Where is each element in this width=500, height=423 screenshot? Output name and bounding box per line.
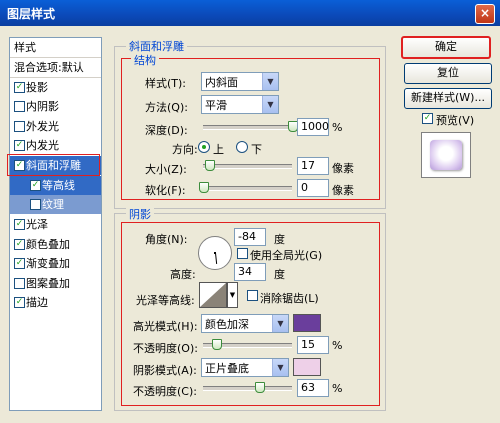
size-slider[interactable]	[203, 164, 292, 169]
style-select[interactable]: 内斜面 ▼	[201, 72, 279, 91]
shadow-opacity-label: 不透明度(C):	[133, 385, 197, 398]
shadow-opacity-slider[interactable]	[203, 386, 292, 391]
close-icon[interactable]: ×	[475, 4, 495, 24]
highlight-opacity-label: 不透明度(O):	[133, 342, 198, 355]
style-label: 样式(T):	[145, 77, 187, 90]
shadow-opacity-input[interactable]: 63	[297, 379, 329, 397]
chevron-down-icon: ▼	[272, 359, 288, 376]
soften-slider[interactable]	[203, 186, 292, 191]
sidebar-item-inner-shadow[interactable]: 内阴影	[10, 97, 101, 116]
checkbox[interactable]: ✓	[14, 219, 25, 230]
sidebar-item-satin[interactable]: ✓ 光泽	[10, 215, 101, 234]
depth-slider[interactable]	[203, 125, 292, 130]
angle-label: 角度(N):	[145, 233, 188, 246]
soften-input[interactable]: 0	[297, 179, 329, 197]
method-select[interactable]: 平滑 ▼	[201, 95, 279, 114]
direction-down-label: 下	[251, 143, 262, 156]
shading-section-title: 阴影	[126, 206, 154, 222]
depth-unit: %	[332, 121, 343, 134]
highlight-box	[7, 154, 100, 176]
global-light-label: 使用全局光(G)	[250, 249, 323, 262]
shadow-mode-label: 阴影模式(A):	[133, 364, 197, 377]
soften-label: 软化(F):	[145, 184, 186, 197]
checkbox[interactable]: ✓	[14, 140, 25, 151]
highlight-mode-select[interactable]: 颜色加深 ▼	[201, 314, 289, 333]
method-label: 方法(Q):	[145, 101, 188, 114]
contour-icon	[200, 283, 226, 307]
styles-list: 样式 混合选项:默认 ✓ 投影 内阴影 外发光 ✓ 内发光 ✓ 斜面和浮雕 ✓ 等高线 …	[9, 37, 102, 411]
preview-label: 预览(V)	[436, 114, 475, 127]
structure-title: 结构	[131, 52, 159, 68]
size-unit: 像素	[332, 162, 354, 175]
highlight-opacity-thumb[interactable]	[212, 339, 223, 350]
window-title: 图层样式	[7, 7, 56, 21]
highlight-opacity-input[interactable]: 15	[297, 336, 329, 354]
size-label: 大小(Z):	[145, 163, 187, 176]
sidebar-item-color-overlay[interactable]: ✓ 颜色叠加	[10, 235, 101, 254]
soften-unit: 像素	[332, 184, 354, 197]
sidebar-item-stroke[interactable]: ✓ 描边	[10, 293, 101, 312]
highlight-mode-label: 高光模式(H):	[133, 320, 198, 333]
gloss-contour-label: 光泽等高线:	[136, 294, 195, 307]
antialias-checkbox[interactable]	[247, 290, 258, 301]
dial-needle	[215, 252, 218, 264]
gloss-contour-preview[interactable]	[199, 282, 227, 308]
chevron-down-icon[interactable]: ▼	[227, 282, 238, 308]
checkbox[interactable]	[14, 278, 25, 289]
checkbox[interactable]	[30, 199, 41, 210]
size-input[interactable]: 17	[297, 157, 329, 175]
ok-button[interactable]: 确定	[401, 36, 491, 59]
depth-label: 深度(D):	[145, 124, 188, 137]
highlight-opacity-unit: %	[332, 339, 343, 352]
altitude-label: 高度:	[170, 268, 196, 281]
global-light-checkbox[interactable]	[237, 248, 248, 259]
sidebar-item-drop-shadow[interactable]: ✓ 投影	[10, 78, 101, 97]
checkbox[interactable]: ✓	[14, 258, 25, 269]
sidebar-item-pattern-overlay[interactable]: 图案叠加	[10, 274, 101, 293]
styles-header[interactable]: 样式	[10, 38, 101, 58]
depth-input[interactable]: 1000	[297, 118, 329, 136]
checkbox[interactable]	[14, 101, 25, 112]
shadow-mode-select[interactable]: 正片叠底 ▼	[201, 358, 289, 377]
style-preview-thumbnail	[421, 132, 471, 178]
chevron-down-icon: ▼	[262, 73, 278, 90]
sidebar-item-contour[interactable]: ✓ 等高线	[10, 176, 101, 195]
checkbox[interactable]: ✓	[14, 82, 25, 93]
preview-swatch	[430, 140, 462, 170]
sidebar-item-outer-glow[interactable]: 外发光	[10, 117, 101, 136]
direction-label: 方向:	[172, 143, 198, 156]
checkbox[interactable]: ✓	[14, 239, 25, 250]
direction-up-label: 上	[213, 143, 224, 156]
altitude-input[interactable]: 34	[234, 263, 266, 281]
chevron-down-icon: ▼	[272, 315, 288, 332]
antialias-label: 消除锯齿(L)	[260, 292, 319, 305]
checkbox[interactable]: ✓	[30, 180, 41, 191]
sidebar-item-gradient-overlay[interactable]: ✓ 渐变叠加	[10, 254, 101, 273]
highlight-color-swatch[interactable]	[293, 314, 321, 332]
shadow-opacity-unit: %	[332, 382, 343, 395]
new-style-button[interactable]: 新建样式(W)...	[404, 88, 492, 109]
direction-up-radio[interactable]	[198, 141, 210, 153]
angle-unit: 度	[274, 233, 285, 246]
reset-button[interactable]: 复位	[404, 63, 492, 84]
direction-down-radio[interactable]	[236, 141, 248, 153]
shadow-opacity-thumb[interactable]	[255, 382, 266, 393]
size-slider-thumb[interactable]	[205, 160, 216, 171]
preview-checkbox[interactable]: ✓	[422, 113, 433, 124]
sidebar-item-inner-glow[interactable]: ✓ 内发光	[10, 136, 101, 155]
checkbox[interactable]	[14, 121, 25, 132]
altitude-unit: 度	[274, 268, 285, 281]
sidebar-item-texture[interactable]: 纹理	[10, 195, 101, 214]
checkbox[interactable]: ✓	[14, 297, 25, 308]
soften-slider-thumb[interactable]	[199, 182, 209, 193]
title-bar: 图层样式 ×	[0, 0, 500, 26]
chevron-down-icon: ▼	[262, 96, 278, 113]
shadow-color-swatch[interactable]	[293, 358, 321, 376]
angle-input[interactable]: -84	[234, 228, 266, 246]
blending-options-item[interactable]: 混合选项:默认	[10, 58, 101, 78]
angle-dial[interactable]	[198, 236, 232, 270]
